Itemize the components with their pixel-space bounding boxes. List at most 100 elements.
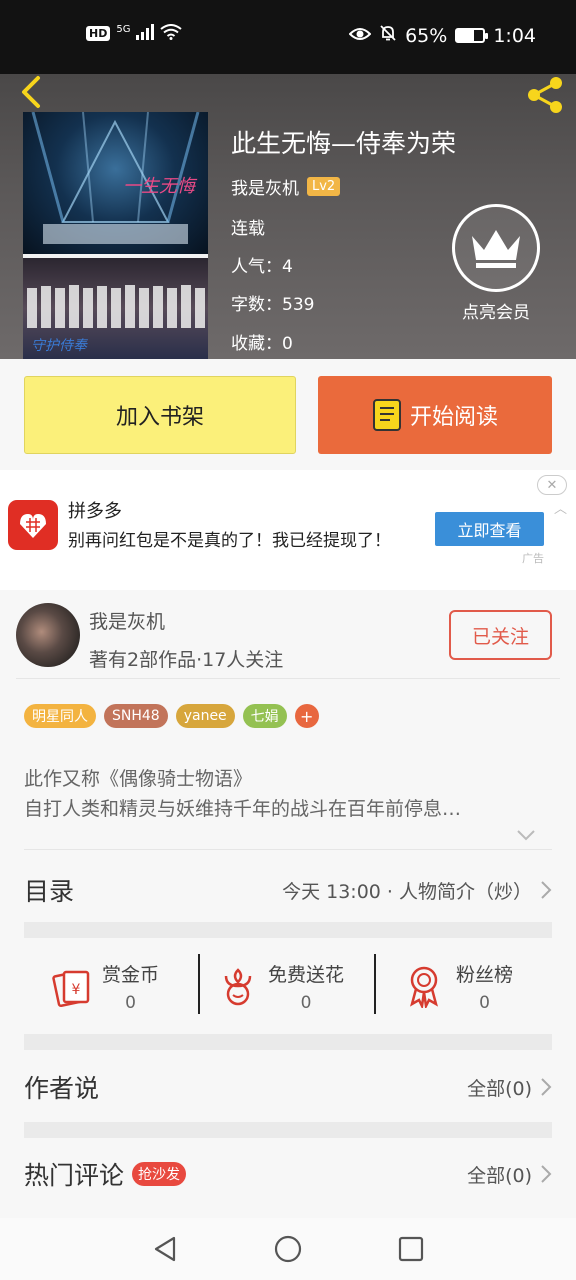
share-button[interactable] xyxy=(522,72,568,118)
stats-panel: ¥ 赏金币 0 免费送花 0 粉丝榜 0 xyxy=(24,938,552,1034)
hot-comments-all-wrap: 全部(0) xyxy=(467,1161,552,1188)
popularity: 人气：4 xyxy=(231,257,293,277)
ad-banner[interactable]: 拼多多 别再问红包是不是真的了！我已经提现了！ 立即查看 ✕ ︿ 广告 xyxy=(0,470,576,590)
tag[interactable]: SNH48 xyxy=(104,704,168,728)
ad-app-name: 拼多多 xyxy=(68,501,122,522)
svg-text:一生无悔: 一生无悔 xyxy=(123,176,198,197)
hot-comments-all: 全部(0) xyxy=(467,1164,532,1187)
free-flower-stat[interactable]: 免费送花 0 xyxy=(216,956,344,1016)
crown-icon xyxy=(452,204,540,292)
catalog-title: 目录 xyxy=(24,877,75,906)
free-flower-label: 免费送花 xyxy=(268,963,345,986)
fan-ranking-stat[interactable]: 粉丝榜 0 xyxy=(402,956,513,1016)
chevron-right-icon xyxy=(541,1078,552,1096)
circle-home-icon xyxy=(274,1235,302,1263)
hot-comments-title: 热门评论 xyxy=(24,1161,125,1190)
network-label: 5G xyxy=(116,24,131,35)
tag-list: 明星同人 SNH48 yanee 七娟 + xyxy=(24,704,319,728)
serial-status: 连载 xyxy=(231,219,265,239)
nav-recents-button[interactable] xyxy=(396,1234,426,1264)
ad-view-button[interactable]: 立即查看 xyxy=(435,512,544,546)
back-button[interactable] xyxy=(14,74,54,114)
fan-ranking-label: 粉丝榜 xyxy=(456,963,514,986)
author-name[interactable]: 我是灰机 xyxy=(231,174,299,199)
pinduoduo-logo-icon xyxy=(8,500,58,550)
expand-chevron-icon[interactable] xyxy=(516,826,536,845)
start-reading-label: 开始阅读 xyxy=(409,405,498,430)
cover-stage-image: 一生无悔 xyxy=(23,112,208,254)
wifi-icon xyxy=(160,24,183,43)
status-right: 65% 1:04 xyxy=(348,24,536,47)
mute-bell-icon xyxy=(379,24,397,47)
catalog-latest-wrap: 今天 13:00 · 人物简介（炒） xyxy=(282,877,552,904)
action-bar: 加入书架 开始阅读 xyxy=(0,359,576,470)
fan-ranking-value: 0 xyxy=(479,992,490,1013)
catalog-latest: 今天 13:00 · 人物简介（炒） xyxy=(282,880,532,903)
level-badge: Lv2 xyxy=(307,177,341,196)
reward-coin-icon: ¥ xyxy=(52,970,90,1008)
hot-comments-row[interactable]: 热门评论 抢沙发 全部(0) xyxy=(24,1138,552,1210)
book-header: 一生无悔 守护侍奉 此生无悔—侍奉为荣 我是灰机 Lv2 连载 人气：4 字数：… xyxy=(0,74,576,359)
book-title: 此生无悔—侍奉为荣 xyxy=(231,129,457,158)
fan-ranking-icon xyxy=(410,966,438,1008)
book-cover[interactable]: 一生无悔 守护侍奉 xyxy=(23,112,208,359)
battery-icon xyxy=(455,28,489,43)
sofa-badge: 抢沙发 xyxy=(132,1162,187,1186)
reward-coin-stat[interactable]: ¥ 赏金币 0 xyxy=(50,956,159,1016)
vip-button[interactable]: 点亮会员 xyxy=(446,204,546,323)
stat-divider xyxy=(198,954,200,1014)
stat-divider xyxy=(374,954,376,1014)
square-recents-icon xyxy=(398,1236,424,1262)
following-button[interactable]: 已关注 xyxy=(449,610,552,660)
favorites-count: 收藏：0 xyxy=(231,334,293,354)
chevron-right-icon xyxy=(541,1165,552,1183)
ad-text: 别再问红包是不是真的了！我已经提现了！ xyxy=(68,531,391,551)
status-left: HD 5G xyxy=(86,24,183,43)
chevron-right-icon xyxy=(541,881,552,899)
nav-back-button[interactable] xyxy=(150,1234,180,1264)
hd-badge: HD xyxy=(86,26,111,41)
author-says-row[interactable]: 作者说 全部(0) xyxy=(24,1050,552,1124)
tag[interactable]: 明星同人 xyxy=(24,704,96,728)
svg-text:守护侍奉: 守护侍奉 xyxy=(31,338,88,354)
nav-home-button[interactable] xyxy=(273,1234,303,1264)
start-reading-button[interactable]: 开始阅读 xyxy=(318,376,552,454)
add-tag-button[interactable]: + xyxy=(294,704,319,728)
divider xyxy=(16,678,560,679)
free-flower-value: 0 xyxy=(300,992,312,1013)
clock: 1:04 xyxy=(493,24,536,47)
signal-icon xyxy=(136,24,155,43)
divider xyxy=(24,849,552,850)
intro-line-2: 自打人类和精灵与妖维持千年的战斗在百年前停息… xyxy=(24,798,462,820)
status-bar: HD 5G 65% 1:04 xyxy=(0,0,576,74)
section-gap xyxy=(24,1122,552,1138)
eye-icon xyxy=(348,25,372,47)
hot-comments-title-wrap: 热门评论 抢沙发 xyxy=(24,1156,187,1192)
flower-icon xyxy=(224,968,252,1006)
triangle-back-icon xyxy=(154,1236,176,1262)
avatar[interactable] xyxy=(16,603,80,667)
section-gap xyxy=(24,922,552,938)
author-says-title: 作者说 xyxy=(24,1074,100,1103)
svg-text:¥: ¥ xyxy=(72,982,81,998)
catalog-row[interactable]: 目录 今天 13:00 · 人物简介（炒） xyxy=(24,858,552,922)
system-nav-bar xyxy=(0,1218,576,1280)
chevron-up-icon[interactable]: ︿ xyxy=(554,498,567,517)
ad-label: 广告 xyxy=(522,552,544,565)
author-says-all: 全部(0) xyxy=(467,1077,532,1100)
ad-close-button[interactable]: ✕ xyxy=(537,475,567,495)
word-count: 字数：539 xyxy=(231,295,315,315)
tag[interactable]: 七娟 xyxy=(242,704,287,728)
tag[interactable]: yanee xyxy=(175,704,235,728)
reward-coin-label: 赏金币 xyxy=(102,963,160,986)
add-to-shelf-button[interactable]: 加入书架 xyxy=(24,376,296,454)
author-row[interactable]: 我是灰机 Lv2 xyxy=(231,174,341,199)
author-says-all-wrap: 全部(0) xyxy=(467,1074,552,1101)
author-card-name[interactable]: 我是灰机 xyxy=(89,607,165,634)
share-icon xyxy=(528,77,562,113)
cover-group-image: 守护侍奉 xyxy=(23,258,208,359)
book-icon xyxy=(372,399,401,431)
book-detail-content: 我是灰机 著有2部作品·17人关注 已关注 明星同人 SNH48 yanee 七… xyxy=(0,590,576,1218)
battery-percent: 65% xyxy=(405,24,448,47)
intro-line-1: 此作又称《偶像骑士物语》 xyxy=(24,768,253,790)
